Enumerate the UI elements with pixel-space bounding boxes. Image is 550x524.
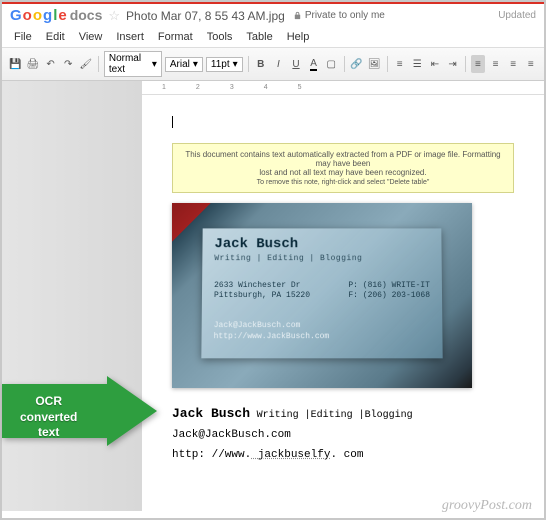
bullet-list-icon[interactable]: ☰	[410, 55, 425, 73]
chevron-down-icon: ▾	[152, 59, 157, 70]
app-header: Google docs ☆ Photo Mar 07, 8 55 43 AM.j…	[2, 4, 544, 27]
align-justify-icon[interactable]: ≡	[523, 55, 538, 73]
menu-tools[interactable]: Tools	[201, 29, 239, 45]
menu-insert[interactable]: Insert	[110, 29, 150, 45]
star-icon[interactable]: ☆	[108, 8, 120, 24]
number-list-icon[interactable]: ≡	[392, 55, 407, 73]
paint-icon[interactable]: 🖌	[78, 55, 93, 73]
link-icon[interactable]: 🔗	[349, 55, 364, 73]
menu-table[interactable]: Table	[240, 29, 278, 45]
menu-view[interactable]: View	[73, 29, 109, 45]
embedded-image[interactable]: Jack Busch Writing | Editing | Blogging …	[172, 203, 472, 388]
indent-icon[interactable]: ⇥	[445, 55, 460, 73]
chevron-down-icon: ▾	[233, 59, 238, 70]
align-left-icon[interactable]: ≡	[471, 55, 486, 73]
menu-edit[interactable]: Edit	[40, 29, 71, 45]
save-status: Updated	[498, 10, 536, 21]
redo-icon[interactable]: ↷	[61, 55, 76, 73]
text-color-icon[interactable]: A	[306, 55, 321, 73]
align-right-icon[interactable]: ≡	[506, 55, 521, 73]
align-center-icon[interactable]: ≡	[488, 55, 503, 73]
highlight-icon[interactable]: ▢	[324, 55, 339, 73]
document-page[interactable]: 12345 This document contains text automa…	[142, 81, 544, 511]
watermark: groovyPost.com	[442, 498, 532, 514]
underline-icon[interactable]: U	[289, 55, 304, 73]
google-logo: Google docs	[10, 7, 102, 24]
business-card: Jack Busch Writing | Editing | Blogging …	[201, 228, 442, 358]
callout-arrow: OCRconvertedtext	[2, 376, 157, 446]
bold-icon[interactable]: B	[253, 55, 268, 73]
toolbar: 💾 🖨 ↶ ↷ 🖌 Normal text ▾ Arial ▾ 11pt ▾ B…	[2, 48, 544, 81]
style-select[interactable]: Normal text ▾	[104, 51, 162, 77]
outdent-icon[interactable]: ⇤	[428, 55, 443, 73]
left-gutter	[2, 81, 142, 511]
ruler[interactable]: 12345	[142, 81, 544, 95]
menu-help[interactable]: Help	[281, 29, 316, 45]
image-icon[interactable]: 🖼	[367, 55, 382, 73]
ocr-notice[interactable]: This document contains text automaticall…	[172, 143, 514, 193]
save-icon[interactable]: 💾	[8, 55, 23, 73]
italic-icon[interactable]: I	[271, 55, 286, 73]
lock-icon	[293, 11, 302, 20]
menu-format[interactable]: Format	[152, 29, 199, 45]
font-select[interactable]: Arial ▾	[165, 57, 203, 72]
undo-icon[interactable]: ↶	[43, 55, 58, 73]
document-title[interactable]: Photo Mar 07, 8 55 43 AM.jpg	[126, 9, 285, 23]
menu-bar: File Edit View Insert Format Tools Table…	[2, 27, 544, 48]
privacy-badge[interactable]: Private to only me	[293, 10, 385, 21]
chevron-down-icon: ▾	[193, 59, 198, 70]
menu-file[interactable]: File	[8, 29, 38, 45]
ocr-text-block[interactable]: Jack Busch Writing |Editing |Blogging Ja…	[172, 402, 514, 465]
text-cursor	[172, 116, 173, 128]
size-select[interactable]: 11pt ▾	[206, 57, 243, 72]
print-icon[interactable]: 🖨	[26, 55, 41, 73]
